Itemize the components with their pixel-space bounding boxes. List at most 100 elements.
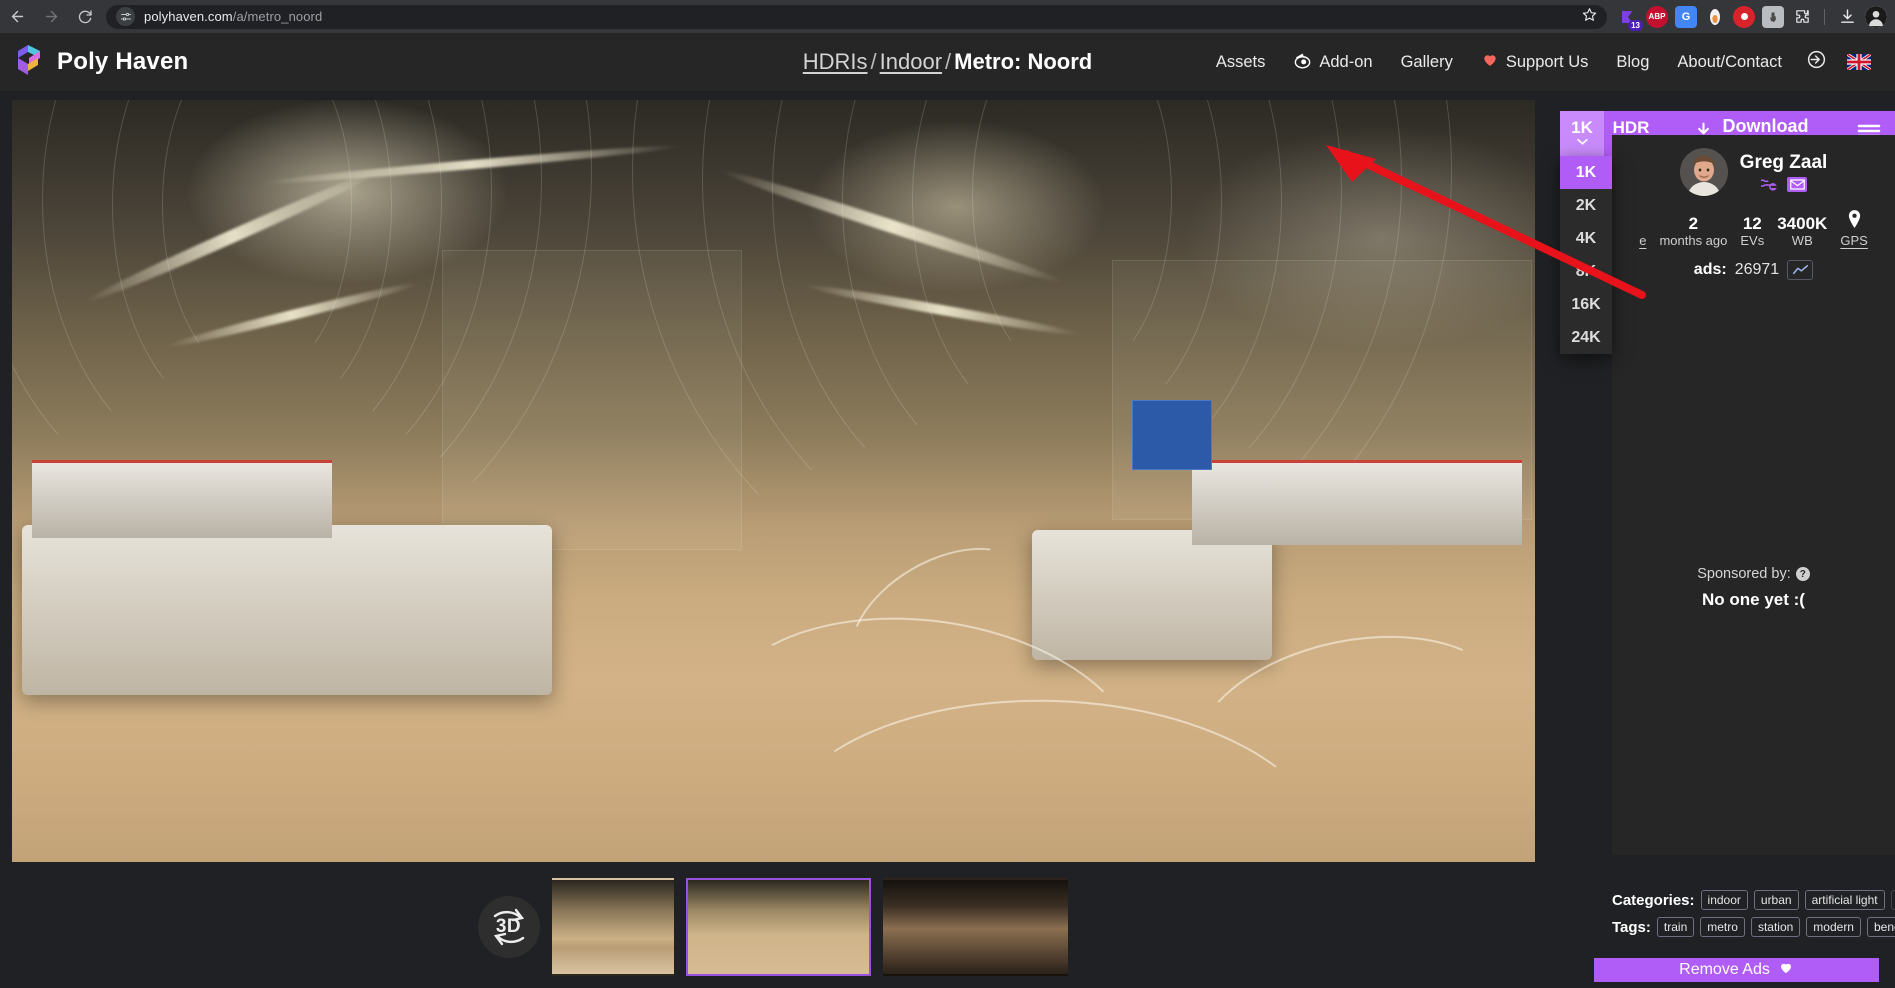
nav-item-blog[interactable]: Blog (1602, 47, 1663, 78)
sponsor-label: Sponsored by: ? (1697, 566, 1810, 582)
categories-row: Categories: indoor urban artificial ligh… (1612, 890, 1895, 910)
stat-license[interactable]: e (1639, 233, 1646, 249)
extension-record-icon[interactable] (1733, 5, 1755, 28)
tag-chip-modern[interactable]: modern (1806, 917, 1861, 937)
heart-icon (1778, 960, 1794, 980)
resolution-option-16k[interactable]: 16K (1560, 288, 1612, 321)
heart-icon (1481, 51, 1499, 73)
breadcrumb-separator-2: / (945, 49, 952, 74)
tag-chip-metro[interactable]: metro (1700, 917, 1745, 937)
thumbnail-strip: 3D (0, 866, 1545, 988)
resolution-option-8k[interactable]: 8K (1560, 255, 1612, 288)
resolution-selector-button[interactable]: 1K (1560, 111, 1604, 156)
sponsor-block: Sponsored by: ? No one yet :( (1612, 565, 1895, 610)
tags-row: Tags: train metro station modern bench .… (1612, 917, 1895, 937)
browser-toolbar: polyhaven.com/a/metro_noord 13 ABP G (0, 0, 1895, 33)
downloads-count: 26971 (1734, 261, 1780, 278)
stat-whitebalance-value: 3400K (1777, 214, 1828, 233)
extension-dashlane-icon[interactable] (1704, 6, 1726, 28)
address-bar[interactable]: polyhaven.com/a/metro_noord (106, 4, 1607, 29)
uk-flag-icon[interactable] (1847, 54, 1871, 70)
downloads-row: ads: 26971 (1612, 260, 1895, 280)
downloads-tray-icon[interactable] (1836, 6, 1858, 28)
author-avatar[interactable] (1679, 148, 1728, 196)
nav-label-support-us: Support Us (1505, 52, 1589, 71)
question-mark-icon[interactable]: ? (1795, 567, 1810, 581)
blender-icon (1293, 50, 1312, 74)
site-settings-icon[interactable] (116, 7, 135, 26)
thumbnail-2[interactable] (685, 878, 871, 976)
author-links (1760, 177, 1807, 192)
location-pin-icon (1847, 210, 1862, 233)
category-chip-artificial-light[interactable]: artificial light (1804, 890, 1885, 910)
remove-ads-label: Remove Ads (1679, 961, 1770, 978)
download-label: Download (1722, 116, 1809, 136)
thumbnail-1[interactable] (551, 878, 674, 976)
nav-label-addon: Add-on (1319, 52, 1373, 71)
panorama-image[interactable] (12, 100, 1535, 862)
resolution-option-24k[interactable]: 24K (1560, 321, 1612, 354)
stat-gps[interactable]: GPS (1840, 210, 1868, 249)
extension-screenshot-icon[interactable] (1762, 5, 1784, 28)
resolution-label: 1K (1571, 117, 1593, 137)
envelope-icon[interactable] (1787, 177, 1807, 192)
brand-name: Poly Haven (57, 48, 189, 75)
asset-stats-row: e 2 months ago 12 EVs 3400K WB GPS (1612, 210, 1895, 249)
meta-block: Categories: indoor urban artificial ligh… (1612, 890, 1895, 944)
category-chip-indoor[interactable]: indoor (1700, 890, 1748, 910)
stat-published-value: 2 (1688, 214, 1699, 233)
downloads-label: ads: (1693, 261, 1727, 278)
stat-evs: 12 EVs (1740, 214, 1764, 249)
categories-label: Categories: (1612, 891, 1695, 909)
forward-button[interactable] (34, 0, 68, 33)
category-chip-clipped[interactable]: ni (1890, 890, 1895, 910)
author-row: Greg Zaal (1612, 135, 1895, 196)
toolbar-divider (1824, 8, 1825, 25)
url-text: polyhaven.com/a/metro_noord (144, 9, 323, 24)
author-block: Greg Zaal (1739, 152, 1828, 192)
login-button[interactable] (1796, 43, 1837, 81)
stat-license-label: e (1639, 233, 1647, 248)
rotate-3d-button[interactable]: 3D (477, 896, 540, 958)
nav-item-about-contact[interactable]: About/Contact (1663, 47, 1796, 78)
tag-chip-bench[interactable]: bench (1866, 917, 1895, 937)
nav-item-addon[interactable]: Add-on (1279, 44, 1386, 80)
author-name: Greg Zaal (1739, 152, 1828, 173)
extension-adblock-plus-icon[interactable]: ABP (1646, 5, 1668, 28)
nav-item-gallery[interactable]: Gallery (1387, 47, 1467, 78)
extension-google-translate-icon[interactable]: G (1675, 5, 1697, 28)
extensions-bar: 13 ABP G (1617, 5, 1895, 31)
format-label: HDR (1612, 117, 1650, 137)
resolution-option-2k[interactable]: 2K (1560, 189, 1612, 222)
back-button[interactable] (0, 0, 34, 33)
tag-chip-station[interactable]: station (1750, 917, 1801, 937)
resolution-option-4k[interactable]: 4K (1560, 222, 1612, 255)
nav-label-about-contact: About/Contact (1677, 52, 1782, 71)
resolution-option-1k[interactable]: 1K (1560, 156, 1612, 189)
link-icon[interactable] (1760, 177, 1780, 192)
breadcrumb-indoor[interactable]: Indoor (880, 49, 942, 74)
nav-item-assets[interactable]: Assets (1202, 47, 1280, 78)
bookmark-star-icon[interactable] (1582, 7, 1597, 27)
extension-badge-count: 13 (1628, 19, 1643, 31)
profile-avatar-icon[interactable] (1865, 5, 1887, 28)
remove-ads-button[interactable]: Remove Ads (1594, 958, 1879, 982)
stat-evs-value: 12 (1742, 214, 1762, 233)
stat-published: 2 months ago (1659, 214, 1727, 249)
polyhaven-logo-icon (14, 43, 44, 82)
panorama-viewer[interactable] (12, 100, 1535, 862)
nav-label-assets: Assets (1215, 52, 1266, 71)
thumbnail-3[interactable] (882, 878, 1068, 976)
tag-chip-train[interactable]: train (1656, 917, 1695, 937)
extension-purple-icon[interactable]: 13 (1617, 6, 1643, 31)
tags-label: Tags: (1612, 918, 1651, 936)
line-chart-icon[interactable] (1787, 260, 1814, 280)
category-chip-urban[interactable]: urban (1753, 890, 1799, 910)
breadcrumb-hdris[interactable]: HDRIs (803, 49, 868, 74)
stat-evs-label: EVs (1740, 233, 1765, 248)
brand-area[interactable]: Poly Haven (0, 43, 188, 82)
nav-item-support-us[interactable]: Support Us (1467, 45, 1603, 79)
reload-button[interactable] (68, 0, 102, 33)
extension-puzzle-icon[interactable] (1791, 6, 1813, 28)
nav-label-gallery: Gallery (1400, 52, 1453, 71)
